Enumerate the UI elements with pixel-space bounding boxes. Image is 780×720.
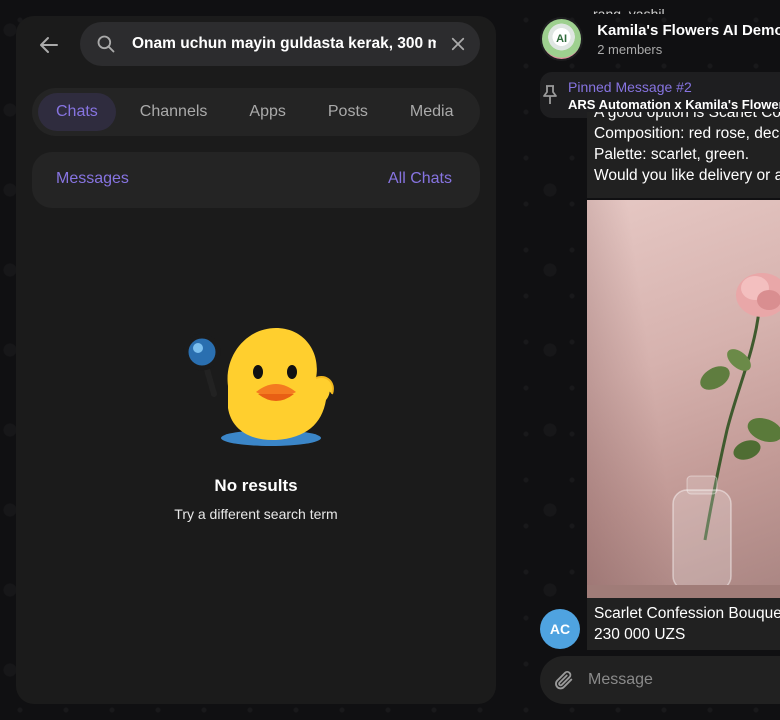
sender-avatar[interactable]: AC bbox=[540, 609, 580, 649]
message-line: Composition: red rose, decorative greene… bbox=[594, 125, 780, 142]
search-header bbox=[16, 16, 496, 72]
bouquet-photo[interactable] bbox=[587, 200, 780, 598]
message-line: Would you like delivery or a pickup? bbox=[594, 167, 780, 184]
pinned-label: Pinned Message #2 bbox=[568, 78, 692, 95]
tab-chats[interactable]: Chats bbox=[38, 93, 116, 131]
clear-search-button[interactable] bbox=[436, 35, 480, 53]
previous-message-text: rang, yashil. bbox=[593, 6, 669, 14]
tab-apps[interactable]: Apps bbox=[231, 93, 303, 131]
group-avatar-label: AI bbox=[556, 33, 568, 45]
message-input[interactable] bbox=[588, 671, 768, 689]
chat-title: Kamila's Flowers AI Demo bbox=[597, 21, 780, 39]
search-tabs: Chats Channels Apps Posts Media bbox=[32, 88, 480, 136]
search-input[interactable] bbox=[132, 35, 436, 53]
tab-media[interactable]: Media bbox=[392, 93, 472, 131]
pinned-text: ARS Automation x Kamila's Flowers bbox=[568, 96, 780, 112]
messages-filter-link[interactable]: Messages bbox=[56, 170, 129, 188]
photo-caption-price: 230 000 UZS bbox=[594, 626, 686, 643]
duck-magnifier-illustration bbox=[183, 328, 334, 446]
photo-message-bubble[interactable]: Scarlet Confession Bouquet 230 000 UZS bbox=[587, 200, 780, 650]
message-line: A good option is Scarlet Confession Bouq… bbox=[594, 112, 780, 121]
pinned-content: Pinned Message #2 ARS Automation x Kamil… bbox=[568, 79, 780, 112]
message-line: Palette: scarlet, green. bbox=[594, 146, 750, 163]
back-button[interactable] bbox=[34, 30, 64, 60]
pin-icon[interactable] bbox=[540, 84, 560, 106]
chat-header-info: Kamila's Flowers AI Demo 2 members bbox=[597, 22, 780, 57]
empty-state: No results Try a different search term bbox=[16, 316, 496, 522]
group-avatar[interactable]: AI bbox=[540, 17, 584, 61]
all-chats-filter-link[interactable]: All Chats bbox=[388, 170, 452, 188]
message-bubble[interactable]: A good option is Scarlet Confession Bouq… bbox=[587, 112, 780, 198]
paperclip-icon[interactable] bbox=[540, 669, 588, 691]
tab-posts[interactable]: Posts bbox=[310, 93, 386, 131]
tab-channels[interactable]: Channels bbox=[122, 93, 226, 131]
photo-caption-title: Scarlet Confession Bouquet bbox=[594, 605, 780, 622]
search-panel: Chats Channels Apps Posts Media Messages… bbox=[16, 16, 496, 704]
message-composer bbox=[540, 656, 780, 704]
close-icon bbox=[451, 37, 465, 51]
search-box[interactable] bbox=[80, 22, 480, 66]
chat-members-count: 2 members bbox=[597, 41, 663, 57]
empty-state-subtitle: Try a different search term bbox=[174, 506, 338, 522]
chat-header[interactable]: AI Kamila's Flowers AI Demo 2 members bbox=[540, 14, 780, 64]
arrow-left-icon bbox=[40, 37, 58, 53]
search-filter-bar: Messages All Chats bbox=[32, 152, 480, 208]
sender-avatar-initials: AC bbox=[549, 621, 571, 637]
search-icon bbox=[80, 34, 132, 54]
empty-state-title: No results bbox=[214, 476, 298, 495]
